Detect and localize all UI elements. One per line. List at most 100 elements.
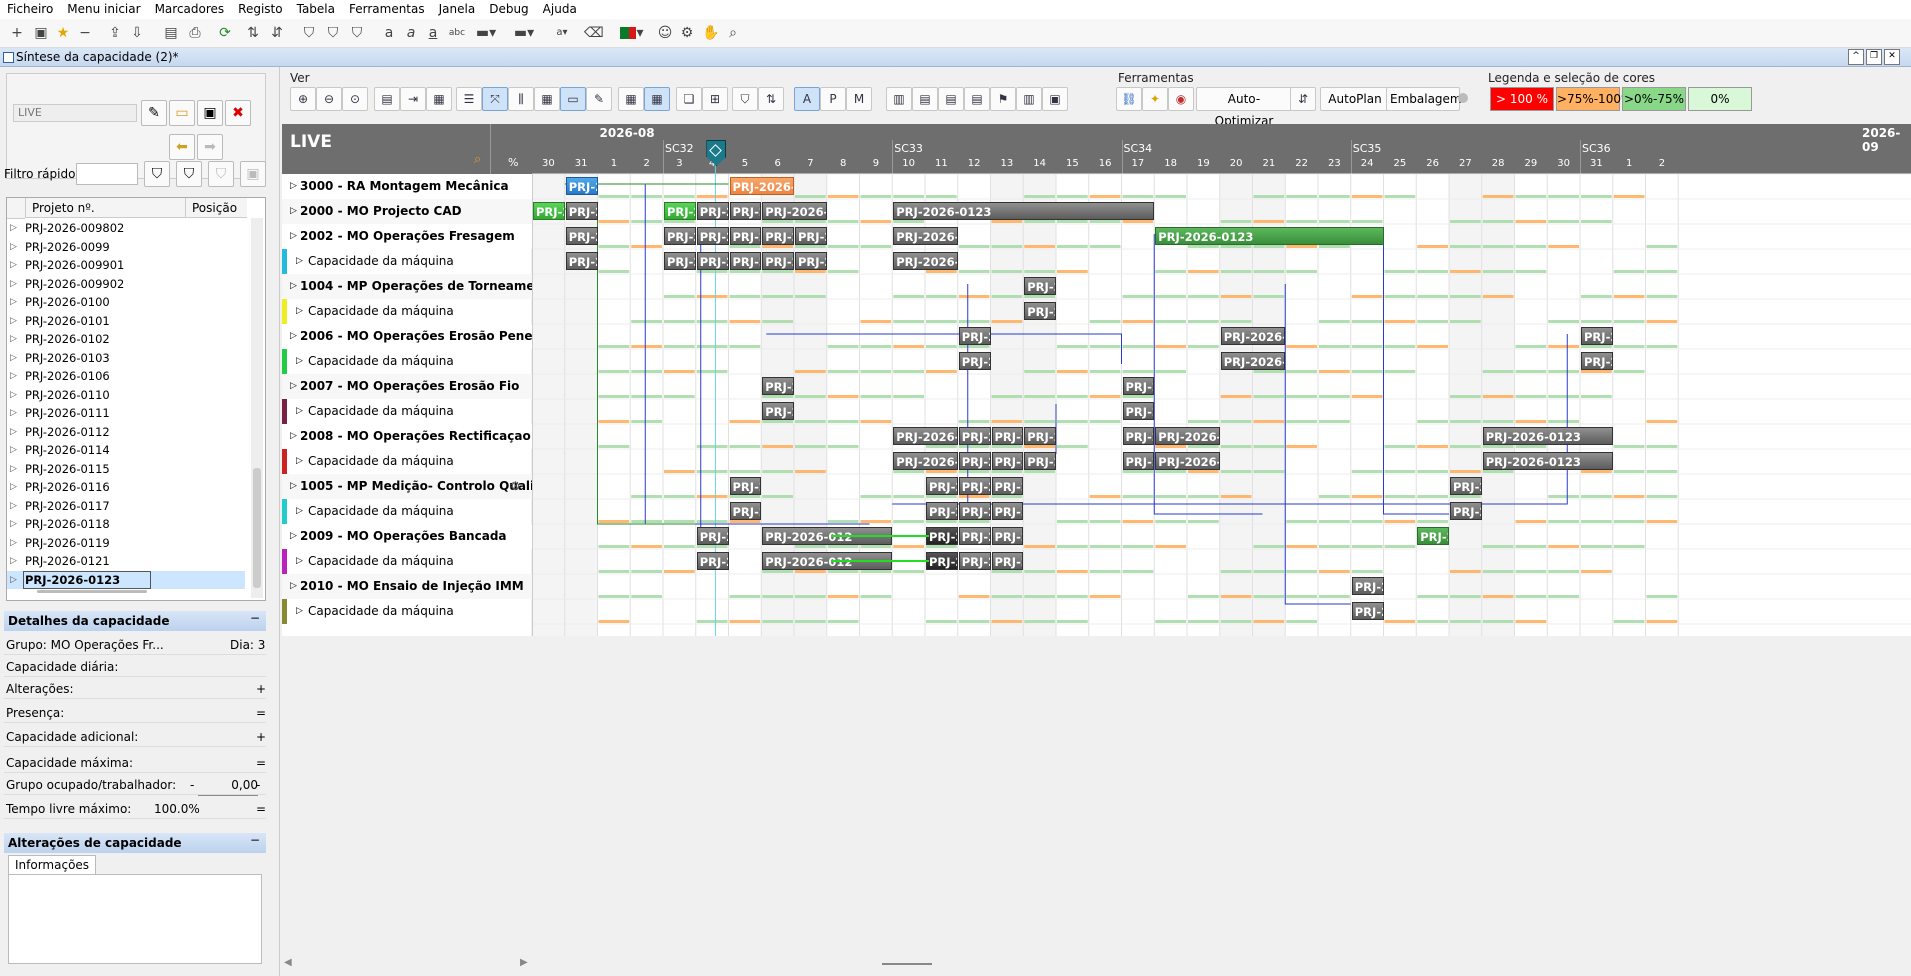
menu-ferramentas[interactable]: Ferramentas (342, 0, 432, 19)
settings-icon[interactable]: ⚙ (510, 474, 521, 499)
font-icon[interactable]: a (380, 24, 398, 42)
flag-icon[interactable]: ⚑ (990, 87, 1016, 111)
project-row[interactable]: ▷ PRJ-2026-009902 (7, 275, 245, 293)
expand-icon[interactable]: ▷ (10, 238, 17, 256)
project-row[interactable]: ▷ PRJ-2026-0116 (7, 478, 245, 496)
task-bar[interactable]: PRJ-20 (958, 327, 991, 345)
grid2-icon[interactable]: ▦ (644, 87, 670, 111)
filter-apply-icon[interactable]: ⛉ (176, 161, 202, 187)
expand-icon[interactable]: ▷ (10, 460, 17, 478)
line-width-icon[interactable]: ▬▾ (510, 24, 538, 42)
zoom-in-icon[interactable]: ⊕ (290, 87, 316, 111)
project-table-scrollbar[interactable] (251, 218, 263, 598)
split-icon[interactable]: ⫼ (508, 87, 534, 111)
expand-icon[interactable]: ▷ (290, 199, 297, 224)
expand-icon[interactable]: ▷ (296, 399, 303, 424)
task-bar[interactable]: PRJ-20 (565, 227, 598, 245)
project-row[interactable]: ▷ PRJ-2026-0106 (7, 367, 245, 385)
edit-view-icon[interactable]: ✎ (586, 87, 612, 111)
scroll-left-icon[interactable]: ◀ (284, 957, 292, 968)
menu-registo[interactable]: Registo (231, 0, 289, 19)
expand-icon[interactable]: ▷ (10, 478, 17, 496)
close-button[interactable]: ✕ (1884, 49, 1900, 65)
machine-capacity-row-label[interactable]: ▷ Capacidade da máquina (282, 549, 532, 574)
expand-icon[interactable]: ▷ (10, 330, 17, 348)
menu-janela[interactable]: Janela (432, 0, 483, 19)
menu-tabela[interactable]: Tabela (290, 0, 342, 19)
task-bar[interactable]: PRJ-20 (762, 377, 794, 395)
task-bar[interactable]: PRJ-2026-012 (762, 202, 827, 220)
expand-icon[interactable]: ▷ (290, 174, 297, 199)
save-scenario-icon[interactable]: ▣ (197, 100, 223, 126)
legend-box[interactable]: > 100 % (1490, 87, 1554, 111)
task-bar[interactable]: PRJ-20 (533, 202, 565, 220)
task-bar[interactable]: PRJ-20 (696, 552, 729, 570)
folder-icon[interactable]: ▭ (169, 100, 195, 126)
expand-icon[interactable]: ▷ (296, 499, 303, 524)
zoom-fit-icon[interactable]: ⊙ (342, 87, 368, 111)
task-bar[interactable]: PRJ-20 (1122, 377, 1155, 395)
task-bar[interactable]: PRJ-20 (664, 202, 696, 220)
expand-icon[interactable]: ▷ (10, 367, 17, 385)
scroll-right-icon[interactable]: ▶ (520, 957, 528, 968)
project-row[interactable]: ▷ PRJ-2026-0115 (7, 460, 245, 478)
auto-optimizar-button[interactable]: Auto-Optimizar (1196, 87, 1292, 128)
refresh-icon[interactable]: ⟳ (216, 24, 234, 42)
task-bar[interactable]: PRJ-20 (664, 252, 696, 270)
legend-box[interactable]: >0%-75% (1622, 87, 1686, 111)
task-bar[interactable]: PRJ-20 (1024, 277, 1056, 295)
add-icon[interactable]: + (8, 24, 26, 42)
expand-icon[interactable]: ▷ (10, 404, 17, 422)
card-icon[interactable]: ▭ (560, 87, 586, 111)
task-bar[interactable]: PRJ-20 (1581, 327, 1613, 345)
expand-icon[interactable]: ▷ (290, 524, 297, 549)
project-row[interactable]: ▷ PRJ-2026-0112 (7, 423, 245, 441)
expand-icon[interactable]: ▷ (10, 552, 17, 570)
task-bar[interactable]: PRJ-20 (795, 252, 827, 270)
task-bar[interactable]: PRJ-20 (991, 527, 1024, 545)
sort-asc-icon[interactable]: ⇅ (244, 24, 262, 42)
expand-icon[interactable]: ▷ (296, 599, 303, 624)
task-bar[interactable]: PRJ-2026-012 (893, 452, 958, 470)
task-bar[interactable]: PRJ-20 (1581, 352, 1613, 370)
task-bar[interactable]: PRJ-20 (926, 552, 958, 570)
sort-icon[interactable]: ⇅ (758, 87, 784, 111)
expand-icon[interactable]: ▷ (10, 293, 17, 311)
menu-ajuda[interactable]: Ajuda (536, 0, 584, 19)
menu-ficheiro[interactable]: Ficheiro (0, 0, 60, 19)
task-bar[interactable]: PRJ-20 (696, 527, 729, 545)
expand-icon[interactable]: ▷ (10, 571, 17, 589)
zoom-out-icon[interactable]: ⊖ (316, 87, 342, 111)
task-bar[interactable]: PRJ-20 (991, 477, 1024, 495)
task-bar[interactable]: PRJ-2026-012 (729, 177, 794, 195)
task-bar[interactable]: PRJ-20 (958, 477, 991, 495)
project-row[interactable]: ▷ PRJ-2026-009901 (7, 256, 245, 274)
expand-icon[interactable]: ▷ (10, 423, 17, 441)
task-bar[interactable]: PRJ-20 (762, 252, 794, 270)
magic-wand-icon[interactable]: ✦ (1142, 87, 1168, 111)
calendar-icon[interactable]: ▦ (534, 87, 560, 111)
task-bar[interactable]: PRJ-20 (1024, 427, 1056, 445)
list-icon[interactable]: ☰ (456, 87, 482, 111)
project-row[interactable]: ▷ PRJ-2026-0101 (7, 312, 245, 330)
machine-capacity-row-label[interactable]: ▷ Capacidade da máquina (282, 599, 532, 624)
task-bar[interactable]: PRJ-20 (958, 527, 991, 545)
capacity-changes-header[interactable]: Alterações de capacidade (4, 833, 266, 853)
menu-debug[interactable]: Debug (482, 0, 535, 19)
delete-icon[interactable]: ✖ (225, 100, 251, 126)
project-row[interactable]: ▷ PRJ-2026-0118 (7, 515, 245, 533)
task-bar[interactable]: PRJ-20 (762, 402, 794, 420)
expand-icon[interactable]: ▷ (10, 219, 17, 237)
grid-icon[interactable]: ▦ (618, 87, 644, 111)
expand-icon[interactable]: ▷ (290, 324, 297, 349)
task-bar[interactable]: PRJ-2026-012 (1155, 427, 1220, 445)
task-bar[interactable]: PRJ-20 (565, 202, 598, 220)
task-bar[interactable]: PRJ-20 (664, 227, 696, 245)
project-row[interactable]: ▷ PRJ-2026-0110 (7, 386, 245, 404)
add-view-icon[interactable]: ⊞ (702, 87, 728, 111)
expand-icon[interactable]: ▷ (296, 449, 303, 474)
task-bar[interactable]: PRJ-2026-012 (893, 227, 958, 245)
filter-view-icon[interactable]: ⛉ (732, 87, 758, 111)
font-size-icon[interactable]: a▾ (548, 24, 576, 42)
resource-row-label[interactable]: ▷ 2000 - MO Projecto CAD (282, 199, 532, 224)
